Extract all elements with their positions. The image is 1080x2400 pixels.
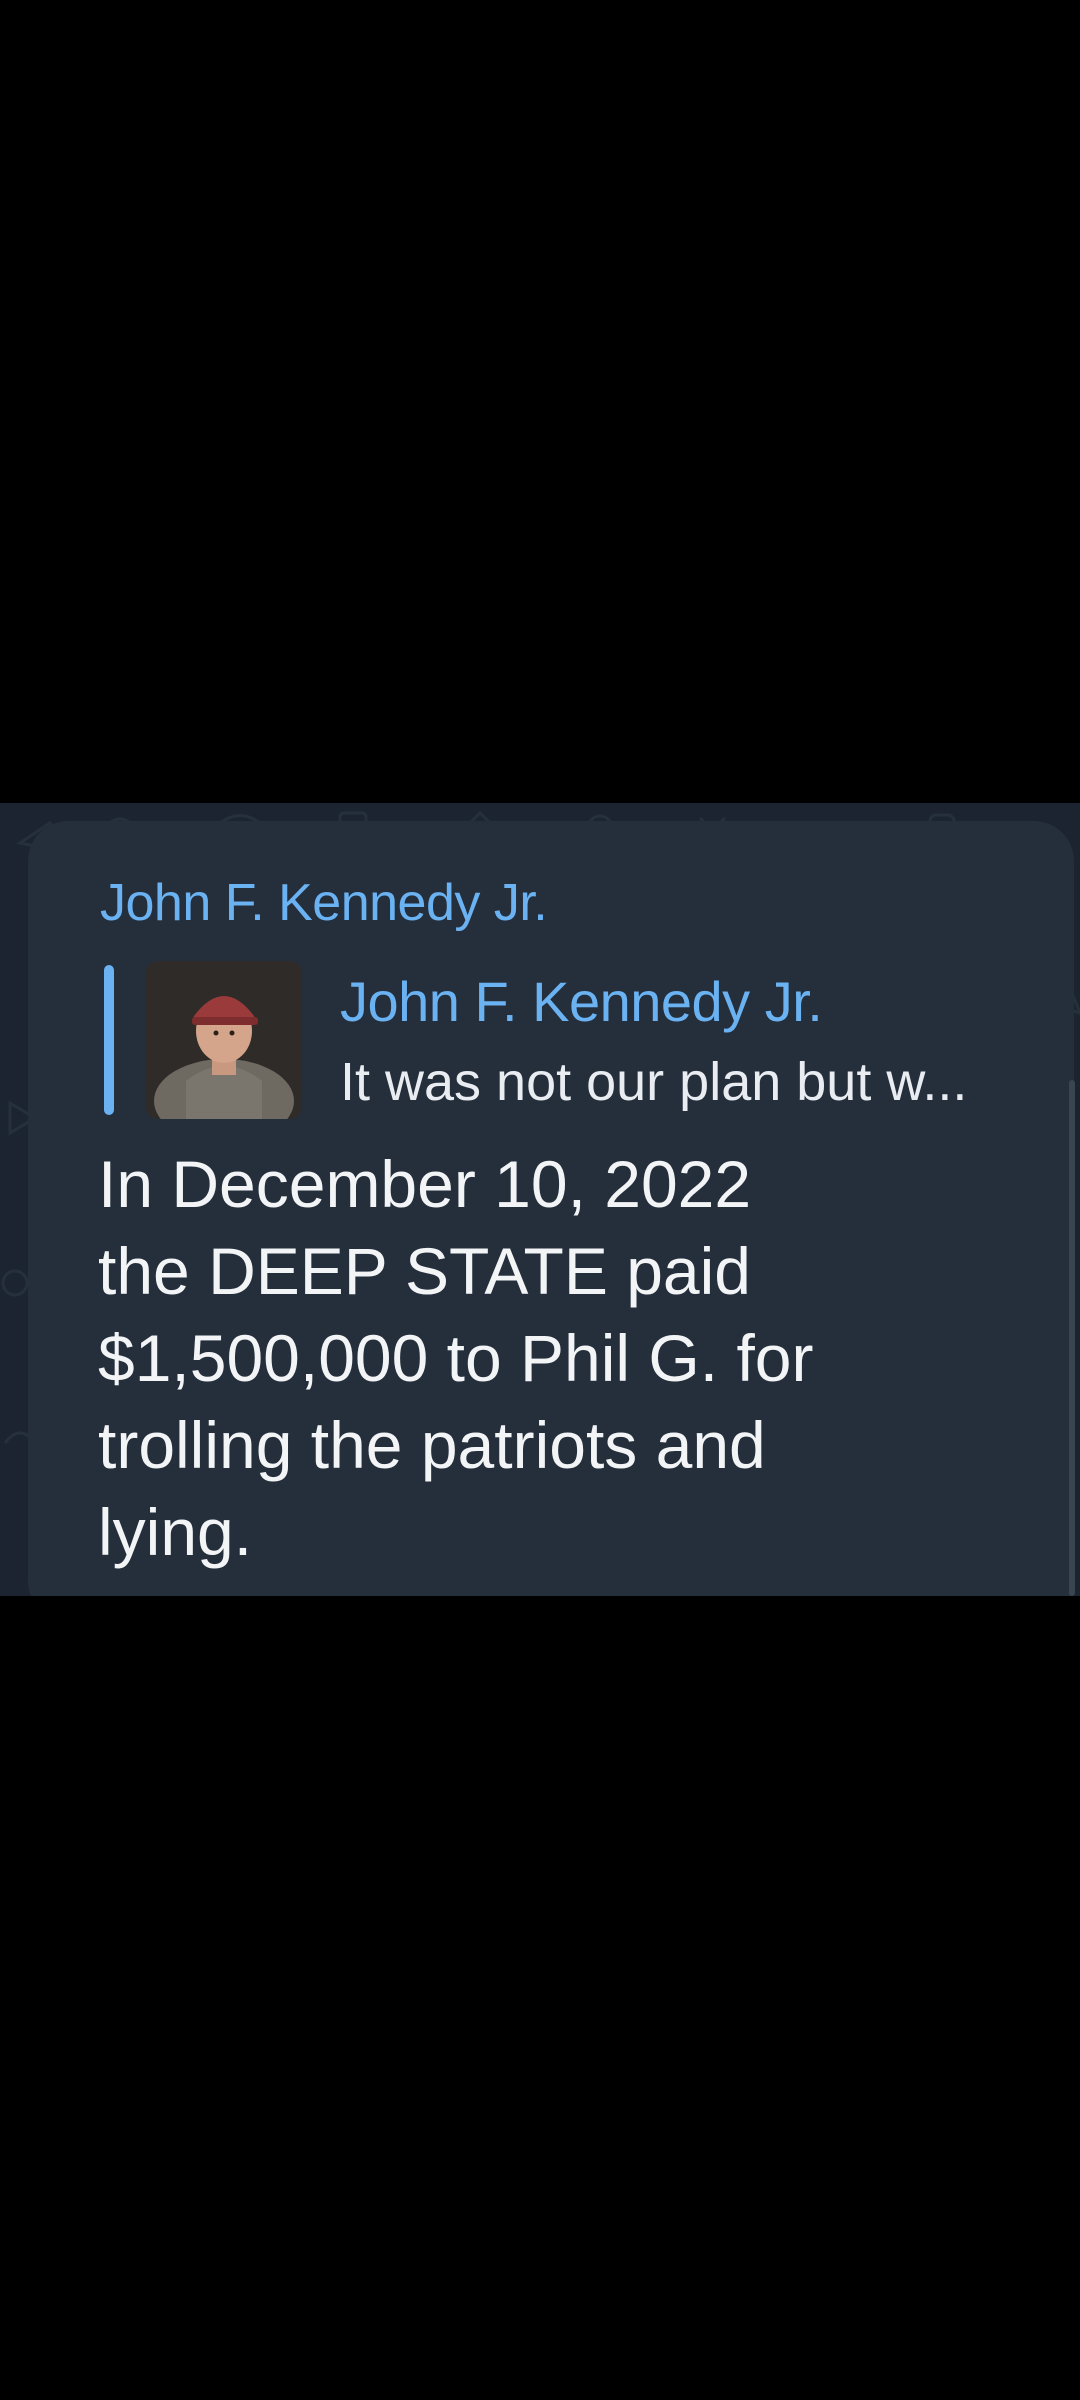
- reply-name: John F. Kennedy Jr.: [340, 970, 823, 1033]
- message-line: trolling the patriots and: [98, 1408, 766, 1482]
- reply-avatar: [146, 961, 302, 1119]
- message-text: In December 10, 2022 the DEEP STATE paid…: [98, 1141, 998, 1576]
- sender-name[interactable]: John F. Kennedy Jr.: [100, 873, 548, 933]
- message-line: the DEEP STATE paid: [98, 1234, 751, 1308]
- reply-accent-bar: [104, 965, 114, 1115]
- message-bubble[interactable]: John F. Kennedy Jr. John F. Kennedy Jr. …: [28, 821, 1074, 1596]
- reply-preview[interactable]: John F. Kennedy Jr. It was not our plan …: [104, 961, 1080, 1121]
- message-line: $1,500,000 to Phil G. for: [98, 1321, 814, 1395]
- chat-area: John F. Kennedy Jr. John F. Kennedy Jr. …: [0, 803, 1080, 1596]
- scrollbar[interactable]: [1069, 1080, 1075, 1596]
- reply-avatar-image: [146, 961, 302, 1119]
- message-line: In December 10, 2022: [98, 1147, 752, 1221]
- reply-snippet: It was not our plan but w...: [340, 1052, 968, 1112]
- message-line: lying.: [98, 1495, 253, 1569]
